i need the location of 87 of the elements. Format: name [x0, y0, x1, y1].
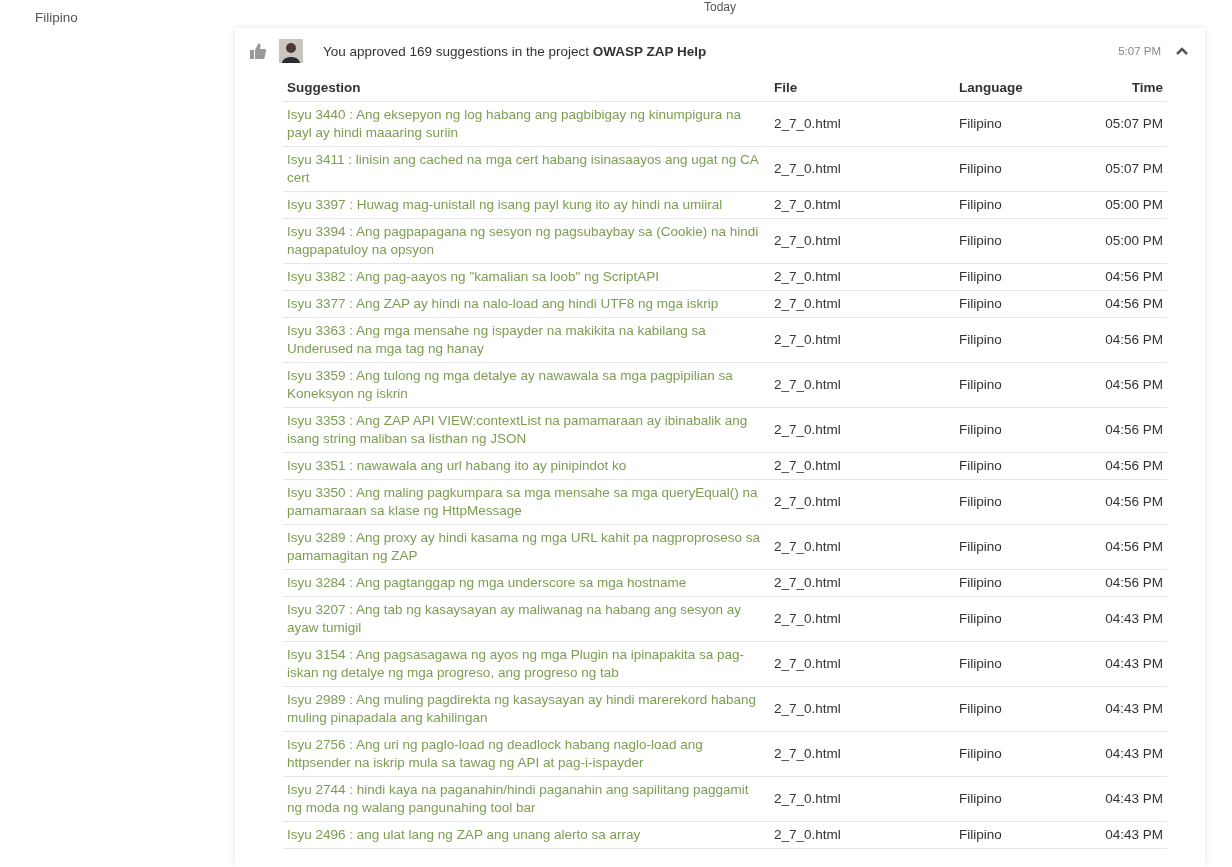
table-cell: Filipino	[955, 362, 1083, 408]
table-cell: 2_7_0.html	[770, 317, 955, 363]
table-cell: 04:56 PM	[1083, 479, 1167, 525]
table-cell: 05:00 PM	[1083, 218, 1167, 264]
suggestion-link[interactable]: Isyu 3350 : Ang maling pagkumpara sa mga mensahe sa mga queryEqual() na pamamaraan sa klase ng HttpMessage	[283, 479, 770, 525]
suggestion-link[interactable]: Isyu 3411 : linisin ang cached na mga cert habang isinasaayos ang ugat ng CA cert	[283, 146, 770, 192]
column-header: Language	[955, 74, 1083, 102]
table-cell: Filipino	[955, 821, 1083, 849]
table-cell: 04:43 PM	[1083, 686, 1167, 732]
table-cell: 2_7_0.html	[770, 362, 955, 408]
table-cell: Filipino	[955, 686, 1083, 732]
day-heading: Today	[704, 0, 736, 14]
column-header: Time	[1083, 74, 1167, 102]
table-cell: 04:43 PM	[1083, 596, 1167, 642]
column-header: File	[770, 74, 955, 102]
table-cell: 2_7_0.html	[770, 101, 955, 147]
collapse-icon[interactable]	[1175, 46, 1189, 56]
table-cell: 04:43 PM	[1083, 641, 1167, 687]
table-cell: 2_7_0.html	[770, 524, 955, 570]
table-cell: 2_7_0.html	[770, 218, 955, 264]
table-cell: 2_7_0.html	[770, 776, 955, 822]
table-cell: Filipino	[955, 479, 1083, 525]
table-cell: Filipino	[955, 101, 1083, 147]
table-cell: 04:56 PM	[1083, 263, 1167, 291]
table-cell: 2_7_0.html	[770, 821, 955, 849]
suggestion-link[interactable]: Isyu 3382 : Ang pag-aayos ng "kamalian sa loob" ng ScriptAPI	[283, 263, 770, 291]
table-cell: Filipino	[955, 146, 1083, 192]
table-cell: 2_7_0.html	[770, 479, 955, 525]
suggestion-link[interactable]: Isyu 3289 : Ang proxy ay hindi kasama ng mga URL kahit pa nagproproseso sa pamamagitan ng ZAP	[283, 524, 770, 570]
table-cell: 04:56 PM	[1083, 407, 1167, 453]
avatar	[279, 39, 303, 63]
table-cell: Filipino	[955, 407, 1083, 453]
table-cell: Filipino	[955, 569, 1083, 597]
table-cell: 05:00 PM	[1083, 191, 1167, 219]
table-cell: Filipino	[955, 452, 1083, 480]
suggestion-link[interactable]: Isyu 3397 : Huwag mag-unistall ng isang payl kung ito ay hindi na umiiral	[283, 191, 770, 219]
table-cell: Filipino	[955, 290, 1083, 318]
table-cell: Filipino	[955, 524, 1083, 570]
table-cell: 2_7_0.html	[770, 596, 955, 642]
column-header: Suggestion	[283, 74, 770, 102]
table-cell: 05:07 PM	[1083, 146, 1167, 192]
table-cell: Filipino	[955, 191, 1083, 219]
table-cell: 2_7_0.html	[770, 407, 955, 453]
suggestion-link[interactable]: Isyu 2756 : Ang uri ng paglo-load ng deadlock habang naglo-load ang httpsender na iskrip mula sa tawag ng API at pag-i-ispayder	[283, 731, 770, 777]
suggestion-link[interactable]: Isyu 3359 : Ang tulong ng mga detalye ay nawawala sa mga pagpipilian sa Koneksyon ng iskrin	[283, 362, 770, 408]
table-cell: Filipino	[955, 263, 1083, 291]
activity-message: You approved 169 suggestions in the project OWASP ZAP Help	[323, 43, 708, 59]
table-cell: 04:43 PM	[1083, 731, 1167, 777]
table-cell: 2_7_0.html	[770, 686, 955, 732]
table-cell: 04:43 PM	[1083, 821, 1167, 849]
language-label: Filipino	[35, 10, 78, 25]
suggestion-link[interactable]: Isyu 3440 : Ang eksepyon ng log habang ang pagbibigay ng kinumpigura na payl ay hindi maaaring suriin	[283, 101, 770, 147]
table-cell: 2_7_0.html	[770, 191, 955, 219]
suggestion-link[interactable]: Isyu 3394 : Ang pagpapagana ng sesyon ng pagsubaybay sa (Cookie) na hindi nagpapatuloy na opsyon	[283, 218, 770, 264]
suggestion-link[interactable]: Isyu 3284 : Ang pagtanggap ng mga underscore sa mga hostname	[283, 569, 770, 597]
table-cell: 04:56 PM	[1083, 290, 1167, 318]
table-cell: 2_7_0.html	[770, 731, 955, 777]
table-cell: 2_7_0.html	[770, 569, 955, 597]
suggestion-link[interactable]: Isyu 3154 : Ang pagsasagawa ng ayos ng mga Plugin na ipinapakita sa pag-iskan ng detalye ng mga progreso, ang progreso ng tab	[283, 641, 770, 687]
table-cell: 04:56 PM	[1083, 452, 1167, 480]
suggestion-link[interactable]: Isyu 3351 : nawawala ang url habang ito ay pinipindot ko	[283, 452, 770, 480]
table-cell: 2_7_0.html	[770, 641, 955, 687]
table-cell: 04:56 PM	[1083, 524, 1167, 570]
activity-time: 5:07 PM	[1118, 45, 1161, 57]
table-cell: 2_7_0.html	[770, 290, 955, 318]
suggestion-link[interactable]: Isyu 3353 : Ang ZAP API VIEW:contextList na pamamaraan ay ibinabalik ang isang string maliban sa listhan ng JSON	[283, 407, 770, 453]
table-cell: Filipino	[955, 641, 1083, 687]
suggestion-link[interactable]: Isyu 2496 : ang ulat lang ng ZAP ang unang alerto sa array	[283, 821, 770, 849]
suggestion-link[interactable]: Isyu 2989 : Ang muling pagdirekta ng kasaysayan ay hindi marerekord habang muling pinapadala ang kahilingan	[283, 686, 770, 732]
table-cell: 05:07 PM	[1083, 101, 1167, 147]
suggestion-link[interactable]: Isyu 3377 : Ang ZAP ay hindi na nalo-load ang hindi UTF8 ng mga iskrip	[283, 290, 770, 318]
suggestion-link[interactable]: Isyu 3363 : Ang mga mensahe ng ispayder na makikita na kabilang sa Underused na mga tag ng hanay	[283, 317, 770, 363]
table-cell: Filipino	[955, 596, 1083, 642]
suggestion-link[interactable]: Isyu 2744 : hindi kaya na paganahin/hindi paganahin ang sapilitang paggamit ng moda ng walang pangunahing tool bar	[283, 776, 770, 822]
table-cell: 2_7_0.html	[770, 452, 955, 480]
table-cell: 04:56 PM	[1083, 317, 1167, 363]
table-cell: Filipino	[955, 317, 1083, 363]
table-cell: 2_7_0.html	[770, 146, 955, 192]
suggestion-link[interactable]: Isyu 3207 : Ang tab ng kasaysayan ay maliwanag na habang ang sesyon ay ayaw tumigil	[283, 596, 770, 642]
table-cell: Filipino	[955, 776, 1083, 822]
table-cell: 2_7_0.html	[770, 263, 955, 291]
table-cell: 04:43 PM	[1083, 776, 1167, 822]
thumbs-up-icon	[249, 42, 267, 60]
table-cell: Filipino	[955, 731, 1083, 777]
table-cell: Filipino	[955, 218, 1083, 264]
table-cell: 04:56 PM	[1083, 569, 1167, 597]
table-cell: 04:56 PM	[1083, 362, 1167, 408]
